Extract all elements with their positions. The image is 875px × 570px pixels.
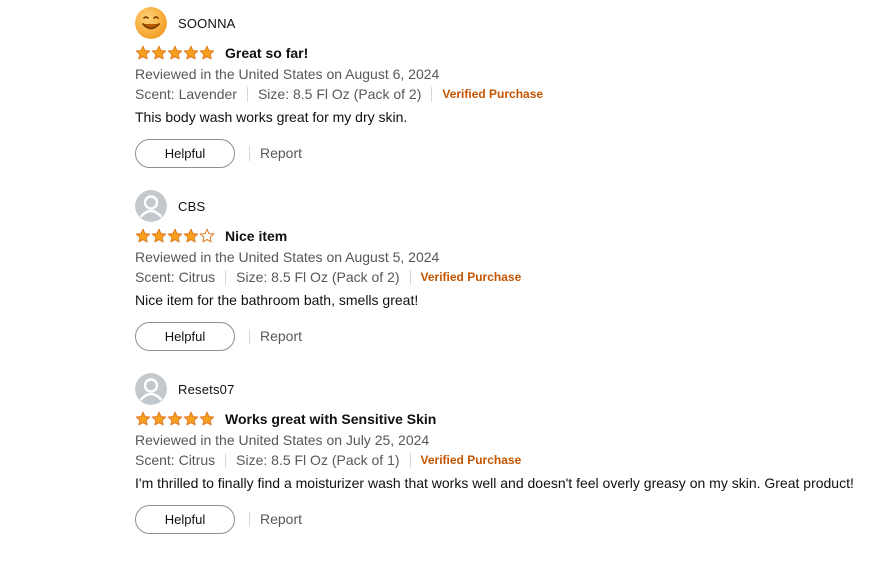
review-card: Resets07 Works great with Sensitive Skin… bbox=[135, 372, 855, 534]
star-filled-icon bbox=[199, 45, 215, 59]
star-rating[interactable] bbox=[135, 45, 215, 61]
review-variant-info: Scent: Citrus Size: 8.5 Fl Oz (Pack of 1… bbox=[135, 450, 855, 470]
review-title[interactable]: Nice item bbox=[225, 228, 287, 244]
review-date: Reviewed in the United States on July 25… bbox=[135, 432, 430, 448]
verified-purchase-badge: Verified Purchase bbox=[420, 453, 522, 467]
helpful-button[interactable]: Helpful bbox=[135, 504, 235, 534]
size-info[interactable]: Size: 8.5 Fl Oz (Pack of 2) bbox=[258, 84, 421, 104]
divider bbox=[249, 145, 250, 161]
star-filled-icon bbox=[135, 411, 151, 425]
star-filled-icon bbox=[167, 228, 183, 242]
review-title-row: Nice item bbox=[135, 226, 855, 245]
review-card: SOONNA Great so far! Reviewed in the Uni… bbox=[135, 6, 855, 168]
review-actions: Helpful Report bbox=[135, 138, 855, 168]
review-title-row: Works great with Sensitive Skin bbox=[135, 409, 855, 428]
star-filled-icon bbox=[199, 411, 215, 425]
star-filled-icon bbox=[183, 411, 199, 425]
star-filled-icon bbox=[135, 45, 151, 59]
scent-info[interactable]: Scent: Citrus bbox=[135, 450, 215, 470]
review-body: This body wash works great for my dry sk… bbox=[135, 109, 408, 125]
divider bbox=[225, 452, 227, 468]
verified-purchase-badge: Verified Purchase bbox=[420, 270, 522, 284]
star-filled-icon bbox=[167, 411, 183, 425]
star-empty-icon bbox=[199, 228, 215, 242]
review-card: CBS Nice item Reviewed in the United Sta… bbox=[135, 189, 855, 351]
report-link[interactable]: Report bbox=[260, 328, 302, 344]
reviewer-profile[interactable]: SOONNA bbox=[135, 6, 855, 40]
divider bbox=[409, 269, 411, 285]
reviewer-profile[interactable]: Resets07 bbox=[135, 372, 855, 406]
star-filled-icon bbox=[135, 228, 151, 242]
review-title[interactable]: Works great with Sensitive Skin bbox=[225, 411, 436, 427]
reviewer-name[interactable]: Resets07 bbox=[178, 382, 235, 397]
reviewer-name[interactable]: SOONNA bbox=[178, 16, 236, 31]
review-variant-info: Scent: Lavender Size: 8.5 Fl Oz (Pack of… bbox=[135, 84, 855, 104]
review-title-row: Great so far! bbox=[135, 43, 855, 62]
star-rating[interactable] bbox=[135, 411, 215, 427]
report-link[interactable]: Report bbox=[260, 145, 302, 161]
size-info[interactable]: Size: 8.5 Fl Oz (Pack of 2) bbox=[236, 267, 399, 287]
scent-info[interactable]: Scent: Citrus bbox=[135, 267, 215, 287]
review-title[interactable]: Great so far! bbox=[225, 45, 308, 61]
review-date: Reviewed in the United States on August … bbox=[135, 249, 440, 265]
divider bbox=[225, 269, 227, 285]
scent-info[interactable]: Scent: Lavender bbox=[135, 84, 237, 104]
star-filled-icon bbox=[183, 228, 199, 242]
helpful-button[interactable]: Helpful bbox=[135, 138, 235, 168]
star-filled-icon bbox=[151, 411, 167, 425]
review-body: I'm thrilled to finally find a moisturiz… bbox=[135, 475, 854, 491]
star-rating[interactable] bbox=[135, 228, 215, 244]
default-user-icon bbox=[135, 190, 167, 222]
star-filled-icon bbox=[151, 228, 167, 242]
review-actions: Helpful Report bbox=[135, 504, 855, 534]
verified-purchase-badge: Verified Purchase bbox=[442, 87, 544, 101]
star-filled-icon bbox=[167, 45, 183, 59]
smiley-face-icon bbox=[135, 7, 167, 39]
divider bbox=[246, 86, 248, 102]
divider bbox=[431, 86, 433, 102]
report-link[interactable]: Report bbox=[260, 511, 302, 527]
review-date: Reviewed in the United States on August … bbox=[135, 66, 440, 82]
review-actions: Helpful Report bbox=[135, 321, 855, 351]
divider bbox=[409, 452, 411, 468]
review-body: Nice item for the bathroom bath, smells … bbox=[135, 292, 419, 308]
helpful-button[interactable]: Helpful bbox=[135, 321, 235, 351]
star-filled-icon bbox=[183, 45, 199, 59]
default-user-icon bbox=[135, 373, 167, 405]
divider bbox=[249, 328, 250, 344]
divider bbox=[249, 511, 250, 527]
review-variant-info: Scent: Citrus Size: 8.5 Fl Oz (Pack of 2… bbox=[135, 267, 855, 287]
reviewer-profile[interactable]: CBS bbox=[135, 189, 855, 223]
star-filled-icon bbox=[151, 45, 167, 59]
reviewer-name[interactable]: CBS bbox=[178, 199, 205, 214]
size-info[interactable]: Size: 8.5 Fl Oz (Pack of 1) bbox=[236, 450, 399, 470]
